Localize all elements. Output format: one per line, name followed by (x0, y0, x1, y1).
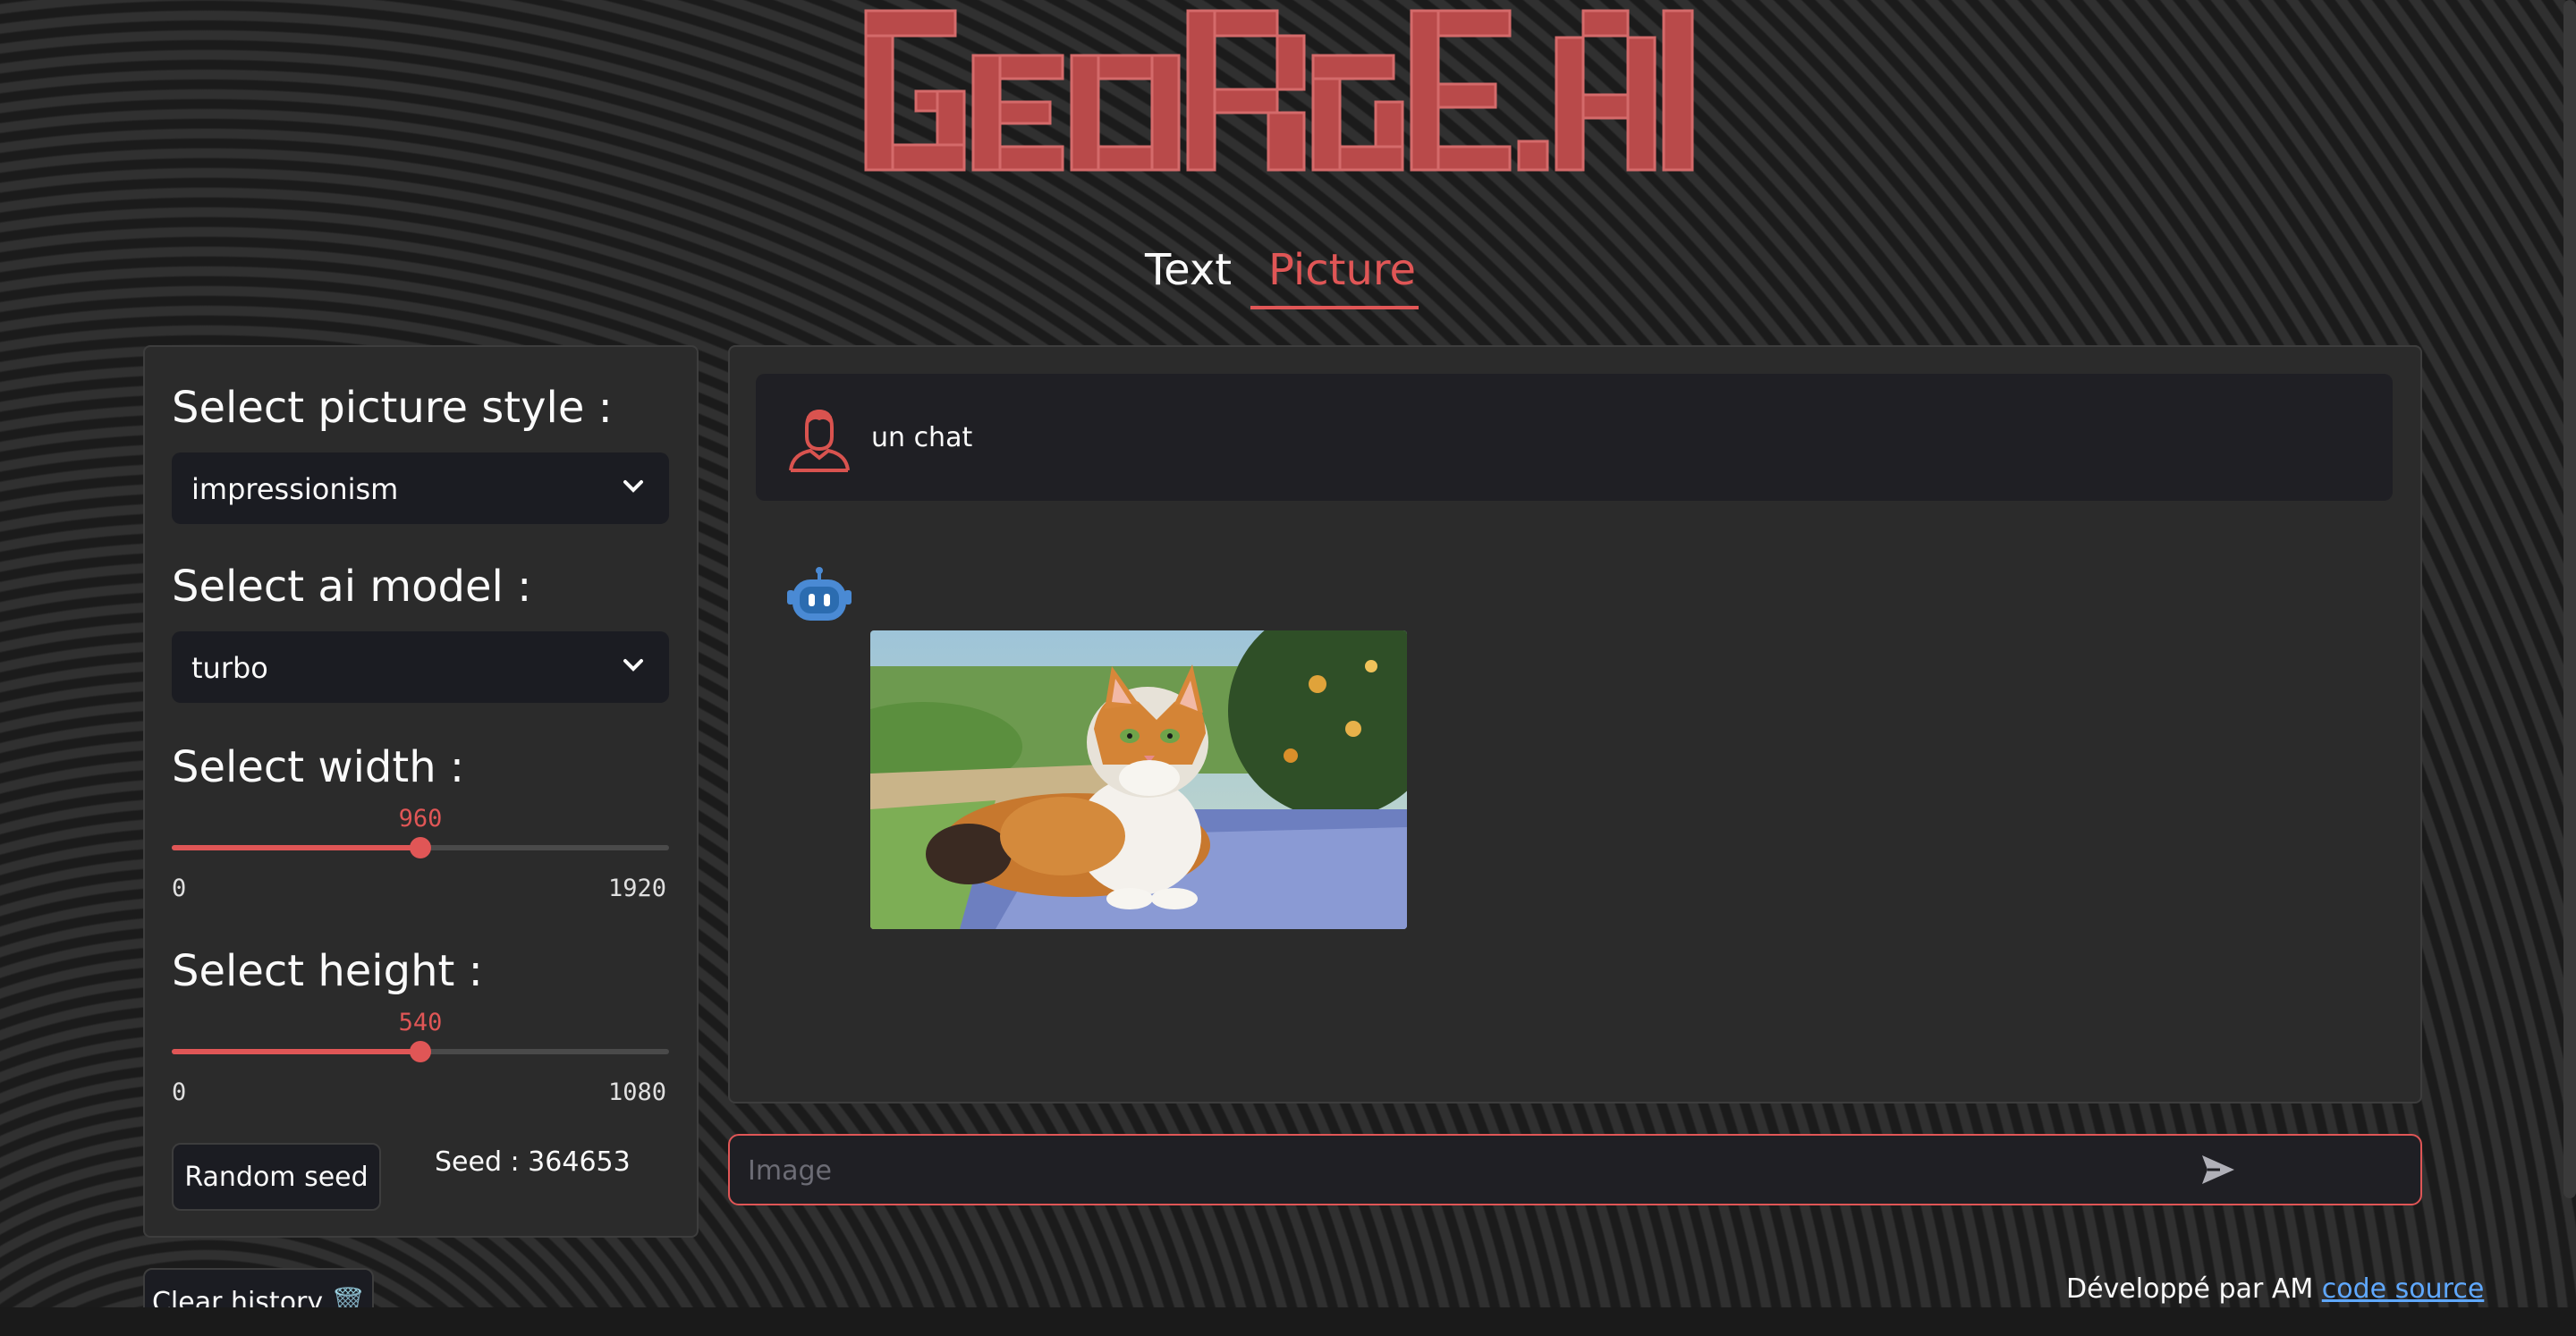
active-tab-indicator (1250, 306, 1419, 309)
page-scrollbar[interactable] (2563, 0, 2576, 1198)
george-ai-logo (864, 9, 1694, 172)
height-value: 540 (398, 1009, 443, 1036)
picture-style-label: Select picture style : (172, 383, 613, 433)
tab-text[interactable]: Text (1145, 245, 1232, 295)
random-seed-button[interactable]: Random seed (172, 1143, 381, 1211)
chevron-down-icon (623, 480, 643, 493)
user-message-text: un chat (871, 422, 973, 453)
source-code-link[interactable]: code source (2322, 1273, 2485, 1305)
chevron-down-icon (623, 659, 643, 672)
ai-model-select[interactable]: turbo (172, 631, 669, 703)
width-label: Select width : (172, 742, 465, 792)
height-max: 1080 (608, 1078, 667, 1106)
footer-text: Développé par AM (2066, 1273, 2322, 1305)
width-min: 0 (172, 875, 187, 902)
picture-style-select[interactable]: impressionism (172, 452, 669, 524)
bottom-bar (0, 1307, 2576, 1336)
user-avatar-icon (789, 409, 850, 472)
width-slider-thumb[interactable] (410, 837, 431, 858)
height-slider-thumb[interactable] (410, 1041, 431, 1062)
footer: Développé par AM code source (2066, 1273, 2484, 1305)
height-min: 0 (172, 1078, 187, 1106)
generated-cat-image (870, 630, 1407, 929)
picture-style-value: impressionism (191, 472, 399, 506)
height-label: Select height : (172, 946, 483, 996)
robot-avatar-icon (787, 567, 852, 621)
send-icon[interactable] (2200, 1154, 2236, 1186)
width-slider-fill (172, 845, 420, 850)
width-max: 1920 (608, 875, 667, 902)
chat-input-field[interactable] (746, 1146, 2342, 1195)
ai-model-value: turbo (191, 651, 268, 685)
height-slider-fill (172, 1049, 420, 1054)
chat-input-box[interactable] (728, 1134, 2422, 1205)
width-value: 960 (398, 805, 443, 833)
tab-picture[interactable]: Picture (1268, 245, 1416, 295)
user-message (756, 374, 2393, 501)
seed-value: Seed : 364653 (435, 1146, 631, 1178)
ai-model-label: Select ai model : (172, 562, 532, 612)
